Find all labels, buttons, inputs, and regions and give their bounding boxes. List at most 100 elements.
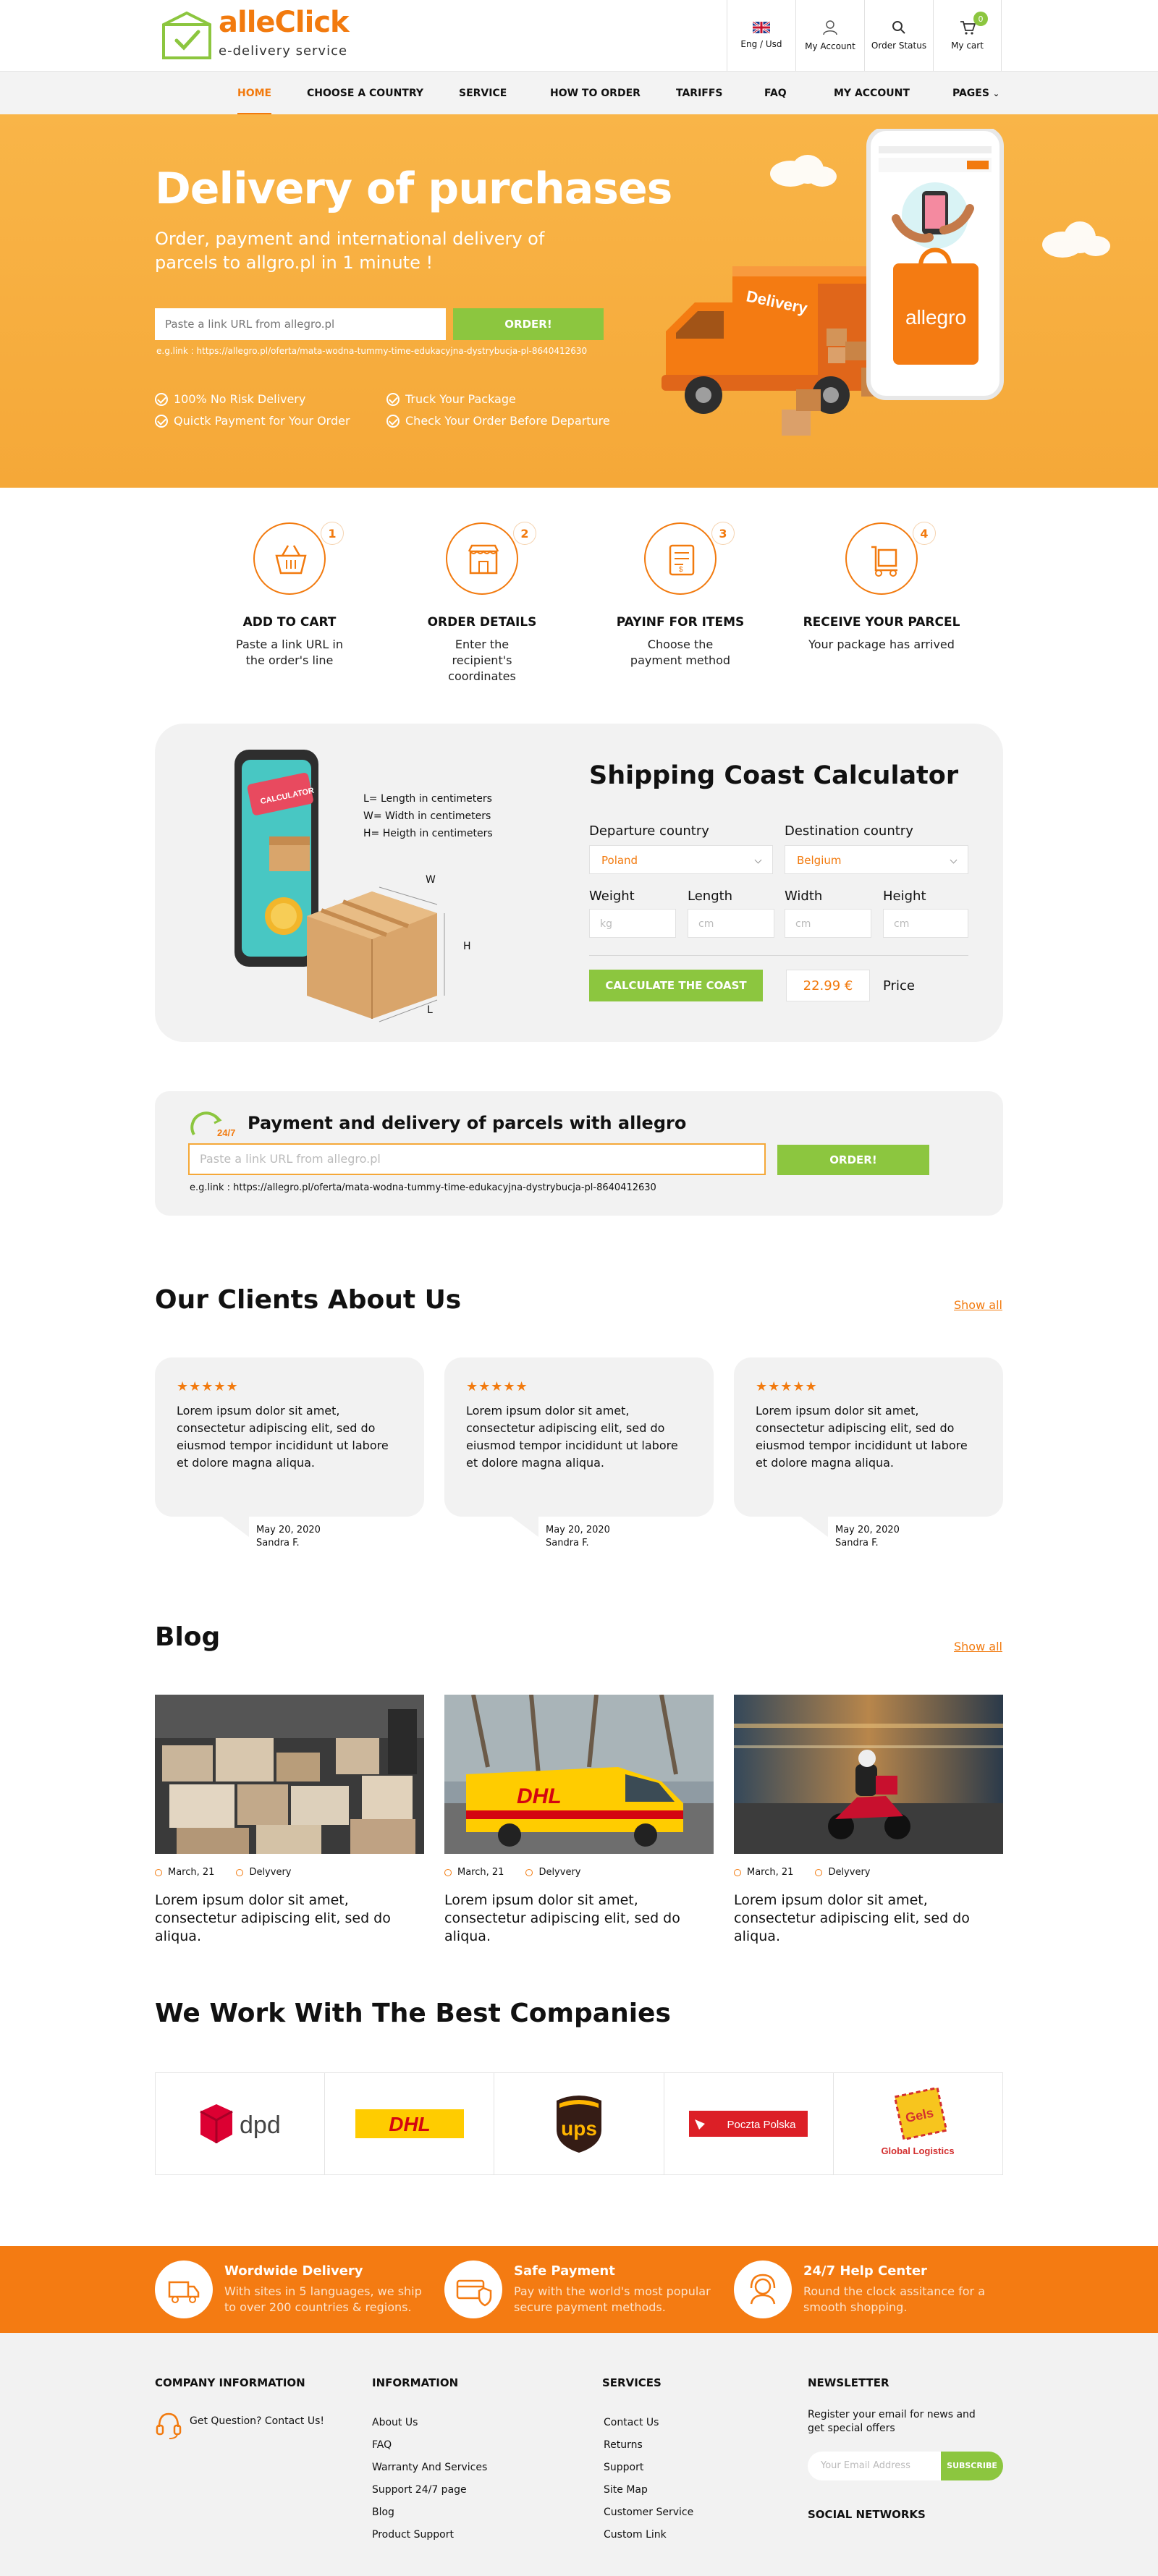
blog-meta: March, 21 Delyvery [155, 1867, 291, 1878]
price-output: 22.99 € [786, 970, 870, 1001]
cart-count-badge: 0 [973, 12, 988, 26]
nav-my-account[interactable]: MY ACCOUNT [834, 72, 910, 115]
footer-link-about[interactable]: About Us [372, 2417, 418, 2428]
check-circle-icon [386, 392, 400, 406]
footer-link-faq[interactable]: FAQ [372, 2439, 392, 2451]
nav-how-to-order[interactable]: HOW TO ORDER [550, 72, 641, 115]
departure-country-select[interactable]: Poland [589, 845, 773, 874]
footer-link-sitemap[interactable]: Site Map [604, 2484, 648, 2496]
logo-name[interactable]: alleClick [219, 6, 350, 39]
hero-url-input[interactable] [155, 308, 446, 340]
departure-label: Departure country [589, 823, 709, 839]
header: alleClick e-delivery service Eng / Usd M… [0, 0, 1158, 71]
page: alleClick e-delivery service Eng / Usd M… [0, 0, 1158, 2576]
footer-link-blog[interactable]: Blog [372, 2507, 394, 2518]
blog-date: March, 21 [155, 1867, 214, 1878]
clients-show-all-link[interactable]: Show all [954, 1298, 1002, 1312]
partner-ups[interactable]: ups [494, 2073, 664, 2174]
tag-icon [236, 1868, 244, 1876]
blog-post-title[interactable]: Lorem ipsum dolor sit amet, consectetur … [734, 1891, 1003, 1946]
feature-help-center: 24/7 Help Center Round the clock assitan… [734, 2246, 1009, 2333]
footer-newsletter-heading: NEWSLETTER [808, 2376, 889, 2389]
weight-input[interactable]: kg [589, 909, 676, 938]
dpd-logo-text: dpd [240, 2111, 281, 2139]
clock-24-icon: 24/7 [190, 1111, 235, 1138]
nav-pages[interactable]: PAGES ⌄ [952, 72, 999, 115]
dim-l-label: L [427, 1004, 433, 1016]
calculate-button[interactable]: CALCULATE THE COAST [589, 970, 763, 1001]
length-input[interactable]: cm [688, 909, 774, 938]
subscribe-button[interactable]: SUBSCRIBE [941, 2452, 1003, 2480]
blog-tag[interactable]: Delyvery [236, 1867, 291, 1878]
shop-icon: 2 [446, 522, 536, 595]
length-label: Length [688, 889, 733, 904]
global-logistics-text: Global Logistics [882, 2145, 955, 2156]
blog-image-courier-scooter[interactable] [734, 1695, 1003, 1854]
hero-order-button[interactable]: ORDER! [453, 308, 604, 340]
calculator-illustration: CALCULATOR [234, 750, 445, 1022]
order-status-button[interactable]: Order Status [864, 0, 933, 71]
height-label: Height [883, 889, 926, 904]
width-input[interactable]: cm [785, 909, 871, 938]
blog-image-warehouse[interactable] [155, 1695, 424, 1854]
partner-dpd[interactable]: dpd [156, 2073, 326, 2174]
footer-link-warranty[interactable]: Warranty And Services [372, 2462, 487, 2473]
partner-dhl[interactable]: DHL [325, 2073, 495, 2174]
footer-link-contact[interactable]: Contact Us [604, 2417, 659, 2428]
language-currency-button[interactable]: Eng / Usd [727, 0, 795, 71]
dhl-logo-text: DHL [389, 2113, 431, 2135]
footer-contact-link[interactable]: Get Question? Contact Us! [190, 2415, 324, 2427]
shipping-calculator: CALCULATOR L= Length in centimeters W= W… [155, 724, 1003, 1042]
blog-post-title[interactable]: Lorem ipsum dolor sit amet, consectetur … [155, 1891, 424, 1946]
blog-meta: March, 21 Delyvery [734, 1867, 870, 1878]
hero-check-2: Truck Your Package [386, 392, 516, 406]
nav-faq[interactable]: FAQ [764, 72, 787, 115]
payment-url-input[interactable]: Paste a link URL from allegro.pl [188, 1143, 766, 1175]
review-author: Sandra F. [546, 1538, 589, 1548]
nav-service[interactable]: SERVICE [459, 72, 507, 115]
blog-show-all-link[interactable]: Show all [954, 1640, 1002, 1653]
secure-payment-icon [444, 2261, 502, 2318]
dim-legend-width: W= Width in centimeters [363, 810, 491, 822]
nav-choose-country[interactable]: CHOOSE A COUNTRY [307, 72, 423, 115]
star-rating-icon: ★★★★★ [466, 1379, 528, 1394]
footer-link-product-support[interactable]: Product Support [372, 2529, 454, 2541]
step-add-to-cart: 1 ADD TO CART Paste a link URL in the or… [195, 522, 384, 669]
partner-global-logistics[interactable]: Gels Global Logistics [834, 2073, 1002, 2174]
svg-text:$: $ [679, 566, 683, 574]
blog-tag[interactable]: Delyvery [525, 1867, 580, 1878]
blog-tag[interactable]: Delyvery [815, 1867, 870, 1878]
partners-title: We Work With The Best Companies [155, 1999, 671, 2028]
tag-icon [815, 1868, 823, 1876]
footer-link-support[interactable]: Support 24/7 page [372, 2484, 467, 2496]
blog-meta: March, 21 Delyvery [444, 1867, 580, 1878]
phone-allegro-text: allegro [905, 306, 966, 329]
footer-link-returns[interactable]: Returns [604, 2439, 643, 2451]
blog-image-dhl-van[interactable]: DHL [444, 1695, 714, 1854]
hero-illustration: Delivery allegro [662, 129, 1110, 436]
payment-order-button[interactable]: ORDER! [777, 1145, 929, 1175]
footer-services-heading: SERVICES [602, 2376, 662, 2389]
logo-box-icon[interactable] [161, 9, 213, 62]
hero-check-label: Check Your Order Before Departure [405, 414, 610, 428]
step-receive: 4 RECEIVE YOUR PARCEL Your package has a… [787, 522, 976, 653]
my-account-button[interactable]: My Account [795, 0, 864, 71]
footer-link-custom[interactable]: Custom Link [604, 2529, 667, 2541]
nav-pages-label: PAGES [952, 88, 989, 99]
blog-post-title[interactable]: Lorem ipsum dolor sit amet, consectetur … [444, 1891, 714, 1946]
footer-link-support-service[interactable]: Support [604, 2462, 643, 2473]
hero-check-4: Check Your Order Before Departure [386, 414, 610, 428]
footer-link-customer-service[interactable]: Customer Service [604, 2507, 693, 2518]
feature-title: Safe Payment [514, 2263, 615, 2279]
order-status-label: Order Status [871, 41, 927, 51]
cart-button[interactable]: 0 My cart [933, 0, 1002, 71]
step-title: PAYINF FOR ITEMS [616, 615, 745, 630]
nav-tariffs[interactable]: TARIFFS [676, 72, 723, 115]
price-label: Price [883, 978, 915, 993]
newsletter-email-input[interactable]: Your Email Address [808, 2452, 941, 2480]
nav-home[interactable]: HOME [237, 72, 272, 115]
step-number: 1 [321, 522, 343, 544]
height-input[interactable]: cm [883, 909, 968, 938]
partner-poczta-polska[interactable]: Poczta Polska [664, 2073, 834, 2174]
destination-country-select[interactable]: Belgium [785, 845, 968, 874]
